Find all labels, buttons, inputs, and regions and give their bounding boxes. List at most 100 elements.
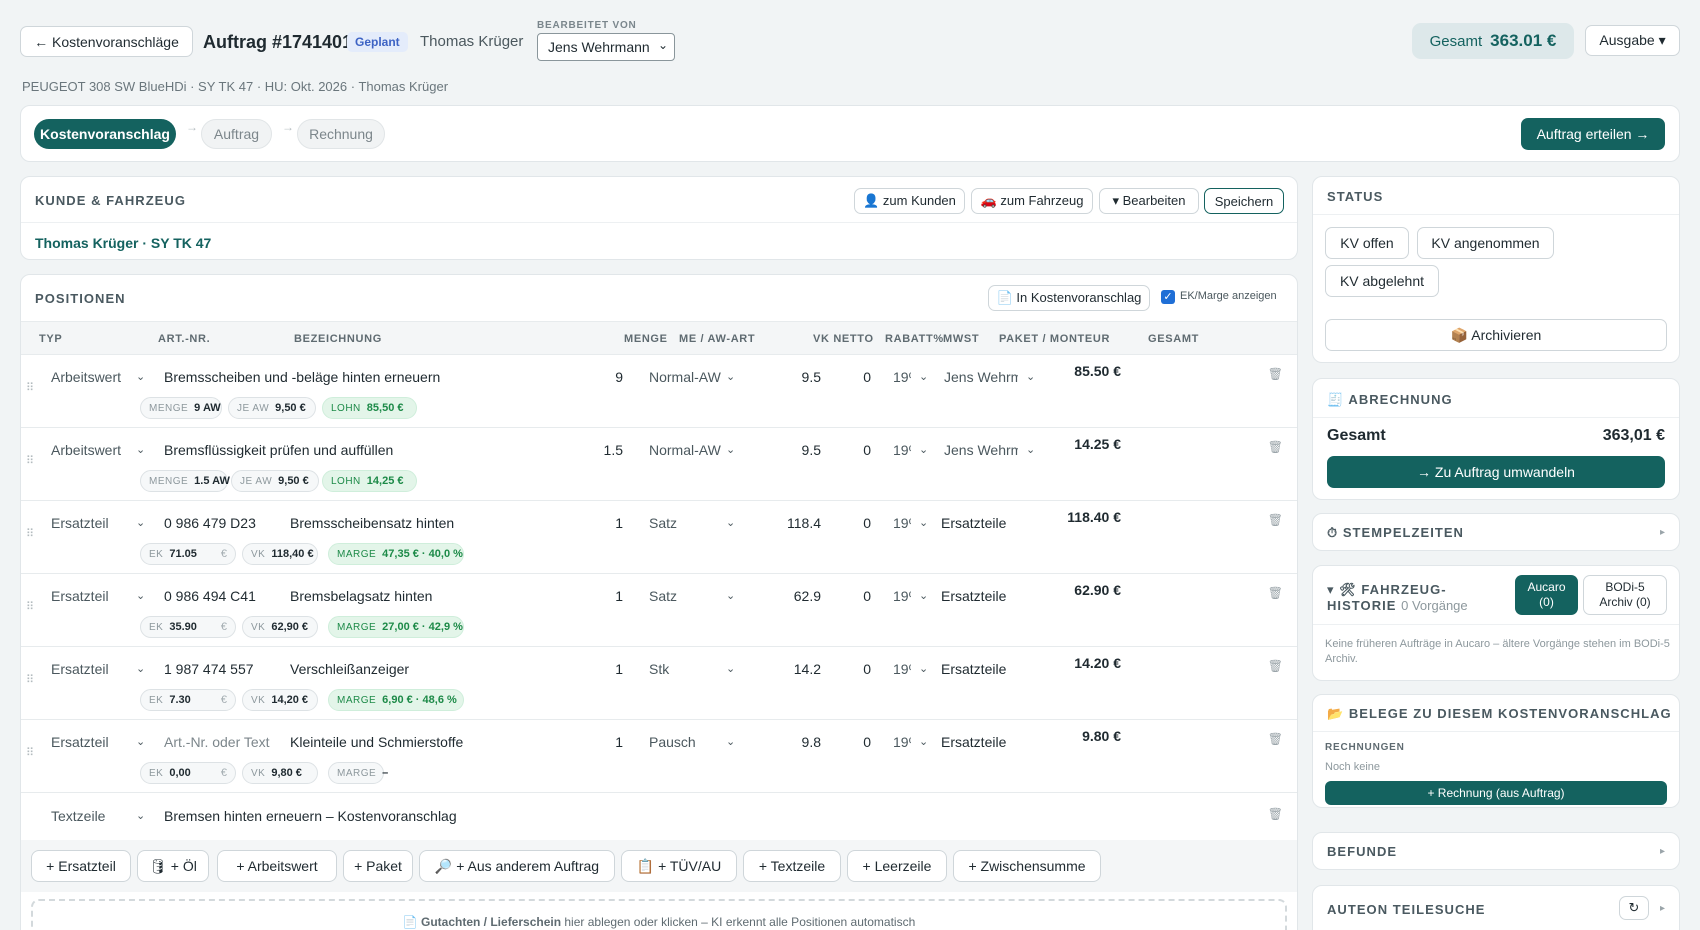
drag-handle-icon[interactable]: ⠿ xyxy=(26,529,34,540)
add-oel-button[interactable]: 🛢 + Öl xyxy=(137,850,209,882)
row-vk-netto-input[interactable]: 9.5 xyxy=(761,442,821,458)
row-typ-select[interactable]: Ersatzteil xyxy=(51,661,169,677)
zum-kunden-button[interactable]: 👤 zum Kunden xyxy=(854,188,965,214)
refresh-icon[interactable]: ↻ xyxy=(1619,896,1649,920)
drag-handle-icon[interactable]: ⠿ xyxy=(26,383,34,394)
row-artnr-input[interactable]: 1 987 474 557 xyxy=(164,661,284,677)
step-kostenvoranschlag[interactable]: Kostenvoranschlag xyxy=(34,119,176,149)
row-vk-netto-input[interactable]: 9.8 xyxy=(761,734,821,750)
in-kostenvoranschlag-button[interactable]: 📄 In Kostenvoranschlag xyxy=(988,285,1150,311)
add-arbeitswert-button[interactable]: + Arbeitswert xyxy=(217,850,337,882)
row-mwst-select[interactable]: 19% xyxy=(893,734,911,750)
row-mwst-select[interactable]: 19% xyxy=(893,369,911,385)
trash-icon[interactable]: 🗑 xyxy=(1268,732,1283,746)
add-aus-anderem-auftrag-button[interactable]: 🔎 + Aus anderem Auftrag xyxy=(419,850,615,882)
row-typ-select[interactable]: Ersatzteil xyxy=(51,734,169,750)
back-to-kostenvoranschlaege-button[interactable]: ← Kostenvoranschläge xyxy=(20,26,193,57)
row-vk-netto-input[interactable]: 62.9 xyxy=(761,588,821,604)
stempelzeiten-card[interactable]: ⏱ STEMPELZEITEN ▸ xyxy=(1312,513,1680,551)
row-me-select[interactable]: Normal-AW xyxy=(649,369,721,385)
kunde-fahrzeug-link[interactable]: Thomas Krüger · SY TK 47 xyxy=(35,235,211,251)
textzeile-input[interactable]: Bremsen hinten erneuern – Kostenvoransch… xyxy=(164,808,457,824)
row-typ-select[interactable]: Ersatzteil xyxy=(51,515,169,531)
ausgabe-menu-button[interactable]: Ausgabe ▾ xyxy=(1585,25,1680,56)
row-typ-select[interactable]: Ersatzteil xyxy=(51,588,169,604)
add-textzeile-button[interactable]: + Textzeile xyxy=(743,850,841,882)
expand-icon[interactable]: ▸ xyxy=(1660,527,1665,538)
aucaro-history-button[interactable]: Aucaro (0) xyxy=(1515,575,1578,615)
row-rabatt-input[interactable]: 0 xyxy=(841,661,871,677)
befunde-card[interactable]: BEFUNDE ▸ xyxy=(1312,832,1680,870)
add-zwischensumme-button[interactable]: + Zwischensumme xyxy=(953,850,1101,882)
row-monteur-select[interactable]: Jens Wehrmann xyxy=(944,369,1018,385)
row-mwst-select[interactable]: 19% xyxy=(893,661,911,677)
row-me-select[interactable]: Satz xyxy=(649,515,721,531)
auftrag-erteilen-button[interactable]: Auftrag erteilen → xyxy=(1521,118,1665,150)
row-bezeichnung-input[interactable]: Verschleißanzeiger xyxy=(290,661,600,677)
row-vk-netto-input[interactable]: 118.4 xyxy=(761,515,821,531)
step-rechnung[interactable]: Rechnung xyxy=(297,119,385,149)
add-ersatzteil-button[interactable]: + Ersatzteil xyxy=(31,850,131,882)
row-bezeichnung-input[interactable]: Bremsscheiben und -beläge hinten erneuer… xyxy=(164,369,604,385)
row-typ-select[interactable]: Textzeile xyxy=(51,808,169,824)
row-menge-input[interactable]: 1.5 xyxy=(591,442,623,458)
trash-icon[interactable]: 🗑 xyxy=(1268,367,1283,381)
dropzone[interactable]: 📄 Gutachten / Lieferschein hier ablegen … xyxy=(31,899,1287,930)
row-bezeichnung-input[interactable]: Bremsscheibensatz hinten xyxy=(290,515,600,531)
row-me-select[interactable]: Normal-AW xyxy=(649,442,721,458)
historie-title[interactable]: ▾ 🛠 FAHRZEUG- HISTORIE 0 Vorgänge xyxy=(1327,582,1468,614)
row-rabatt-input[interactable]: 0 xyxy=(841,515,871,531)
add-paket-button[interactable]: + Paket xyxy=(343,850,413,882)
status-kv-offen-button[interactable]: KV offen xyxy=(1325,227,1409,259)
row-artnr-input[interactable]: 0 986 494 C41 xyxy=(164,588,284,604)
drag-handle-icon[interactable]: ⠿ xyxy=(26,675,34,686)
trash-icon[interactable]: 🗑 xyxy=(1268,513,1283,527)
row-artnr-input[interactable]: Art.-Nr. oder Text xyxy=(164,734,284,750)
add-tuev-au-button[interactable]: 📋 + TÜV/AU xyxy=(621,850,737,882)
row-rabatt-input[interactable]: 0 xyxy=(841,369,871,385)
archivieren-button[interactable]: 📦 Archivieren xyxy=(1325,319,1667,351)
row-mwst-select[interactable]: 19% xyxy=(893,515,911,531)
trash-icon[interactable]: 🗑 xyxy=(1268,586,1283,600)
row-mwst-select[interactable]: 19% xyxy=(893,442,911,458)
row-menge-input[interactable]: 9 xyxy=(591,369,623,385)
add-leerzeile-button[interactable]: + Leerzeile xyxy=(847,850,947,882)
speichern-button[interactable]: Speichern xyxy=(1204,188,1284,214)
row-me-select[interactable]: Pausch xyxy=(649,734,721,750)
zu-auftrag-umwandeln-button[interactable]: → Zu Auftrag umwandeln xyxy=(1327,456,1665,488)
row-menge-input[interactable]: 1 xyxy=(591,734,623,750)
row-bezeichnung-input[interactable]: Kleinteile und Schmierstoffe xyxy=(290,734,600,750)
drag-handle-icon[interactable]: ⠿ xyxy=(26,748,34,759)
bodi5-archiv-button[interactable]: BODi-5 Archiv (0) xyxy=(1583,575,1667,615)
row-typ-select[interactable]: Arbeitswert xyxy=(51,442,169,458)
trash-icon[interactable]: 🗑 xyxy=(1268,807,1283,821)
ek-marge-checkbox[interactable]: ✓ xyxy=(1161,290,1175,304)
step-auftrag[interactable]: Auftrag xyxy=(201,119,272,149)
row-rabatt-input[interactable]: 0 xyxy=(841,442,871,458)
row-menge-input[interactable]: 1 xyxy=(591,588,623,604)
row-bezeichnung-input[interactable]: Bremsbelagsatz hinten xyxy=(290,588,600,604)
row-artnr-input[interactable]: 0 986 479 D23 xyxy=(164,515,284,531)
bearbeiten-button[interactable]: ▾ Bearbeiten xyxy=(1099,188,1199,214)
expand-icon[interactable]: ▸ xyxy=(1660,903,1665,914)
row-bezeichnung-input[interactable]: Bremsflüssigkeit prüfen und auffüllen xyxy=(164,442,604,458)
row-mwst-select[interactable]: 19% xyxy=(893,588,911,604)
trash-icon[interactable]: 🗑 xyxy=(1268,440,1283,454)
expand-icon[interactable]: ▸ xyxy=(1660,846,1665,857)
rechnung-aus-auftrag-button[interactable]: + Rechnung (aus Auftrag) xyxy=(1325,781,1667,805)
drag-handle-icon[interactable]: ⠿ xyxy=(26,602,34,613)
row-typ-select[interactable]: Arbeitswert xyxy=(51,369,169,385)
row-me-select[interactable]: Satz xyxy=(649,588,721,604)
row-menge-input[interactable]: 1 xyxy=(591,515,623,531)
row-vk-netto-input[interactable]: 9.5 xyxy=(761,369,821,385)
row-rabatt-input[interactable]: 0 xyxy=(841,588,871,604)
edited-by-select[interactable]: Jens Wehrmann ⌄ xyxy=(537,33,675,61)
row-rabatt-input[interactable]: 0 xyxy=(841,734,871,750)
row-menge-input[interactable]: 1 xyxy=(591,661,623,677)
status-kv-angenommen-button[interactable]: KV angenommen xyxy=(1417,227,1554,259)
zum-fahrzeug-button[interactable]: 🚗 zum Fahrzeug xyxy=(971,188,1093,214)
drag-handle-icon[interactable]: ⠿ xyxy=(26,456,34,467)
status-kv-abgelehnt-button[interactable]: KV abgelehnt xyxy=(1325,265,1439,297)
row-me-select[interactable]: Stk xyxy=(649,661,721,677)
trash-icon[interactable]: 🗑 xyxy=(1268,659,1283,673)
